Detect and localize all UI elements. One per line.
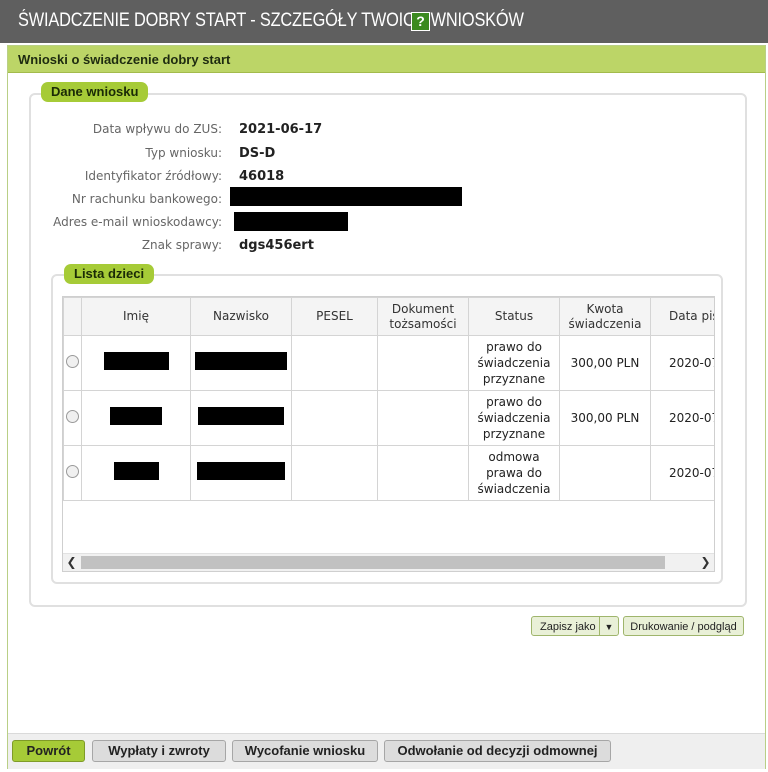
payments-refunds-button[interactable]: Wypłaty i zwroty bbox=[92, 740, 226, 762]
page-title: ŚWIADCZENIE DOBRY START - SZCZEGÓŁY TWOI… bbox=[18, 10, 524, 31]
column-header-id-document[interactable]: Dokument tożsamości bbox=[377, 297, 469, 336]
letter-date-cell: 2020-07-01 bbox=[650, 335, 714, 391]
table-row[interactable]: odmowa prawa do świadczenia 2020-07-01 bbox=[63, 445, 714, 501]
children-list-legend: Lista dzieci bbox=[64, 264, 155, 284]
back-button[interactable]: Powrót bbox=[12, 740, 85, 762]
withdraw-application-button[interactable]: Wycofanie wniosku bbox=[232, 740, 378, 762]
status-cell: prawo do świadczenia przyznane bbox=[468, 390, 560, 446]
last-name-redacted bbox=[198, 407, 284, 425]
table-header-row: Imię Nazwisko PESEL Dokument tożsamości … bbox=[63, 297, 714, 336]
chevron-down-icon[interactable]: ▼ bbox=[599, 617, 618, 635]
pesel-cell bbox=[291, 445, 378, 501]
application-type-value: DS-D bbox=[239, 146, 276, 161]
row-select-radio[interactable] bbox=[66, 409, 79, 423]
case-number-value: dgs456ert bbox=[239, 238, 314, 253]
source-id-label: Identyfikator źródłowy: bbox=[84, 169, 222, 183]
application-type-label: Typ wniosku: bbox=[145, 146, 222, 160]
last-name-redacted bbox=[195, 352, 287, 370]
bank-account-redacted bbox=[230, 187, 462, 206]
first-name-redacted bbox=[110, 407, 162, 425]
id-document-cell bbox=[377, 390, 469, 446]
id-document-cell bbox=[377, 335, 469, 391]
scrollbar-thumb[interactable] bbox=[81, 556, 665, 569]
row-select-radio[interactable] bbox=[66, 354, 79, 368]
column-header-pesel[interactable]: PESEL bbox=[291, 297, 378, 336]
help-icon[interactable]: ? bbox=[411, 12, 430, 31]
source-id-value: 46018 bbox=[239, 169, 285, 184]
table-row[interactable]: prawo do świadczenia przyznane 300,00 PL… bbox=[63, 390, 714, 446]
table-row[interactable]: prawo do świadczenia przyznane 300,00 PL… bbox=[63, 335, 714, 391]
bank-account-label: Nr rachunku bankowego: bbox=[71, 192, 222, 206]
column-header-select bbox=[63, 297, 82, 336]
column-header-last-name[interactable]: Nazwisko bbox=[190, 297, 292, 336]
main-panel: Wnioski o świadczenie dobry start Dane w… bbox=[7, 45, 766, 769]
row-select-radio[interactable] bbox=[66, 464, 79, 478]
amount-cell: 300,00 PLN bbox=[559, 390, 651, 446]
children-table: Imię Nazwisko PESEL Dokument tożsamości … bbox=[62, 296, 715, 572]
email-redacted bbox=[234, 212, 348, 231]
column-header-amount[interactable]: Kwota świadczenia bbox=[559, 297, 651, 336]
id-document-cell bbox=[377, 445, 469, 501]
section-header: Wnioski o świadczenie dobry start bbox=[8, 46, 765, 73]
amount-cell bbox=[559, 445, 651, 501]
column-header-status[interactable]: Status bbox=[468, 297, 560, 336]
horizontal-scrollbar[interactable]: ❮ ❯ bbox=[63, 553, 714, 571]
scroll-right-icon[interactable]: ❯ bbox=[697, 554, 714, 571]
save-as-label: Zapisz jako bbox=[540, 621, 596, 633]
last-name-redacted bbox=[197, 462, 285, 480]
column-header-letter-date[interactable]: Data pisma bbox=[650, 297, 714, 336]
save-as-button[interactable]: Zapisz jako ▼ bbox=[531, 616, 619, 636]
status-cell: odmowa prawa do świadczenia bbox=[468, 445, 560, 501]
letter-date-cell: 2020-07-01 bbox=[650, 445, 714, 501]
pesel-cell bbox=[291, 390, 378, 446]
first-name-redacted bbox=[103, 352, 169, 370]
status-cell: prawo do świadczenia przyznane bbox=[468, 335, 560, 391]
pesel-cell bbox=[291, 335, 378, 391]
letter-date-cell: 2020-07-01 bbox=[650, 390, 714, 446]
application-details-legend: Dane wniosku bbox=[41, 82, 149, 102]
received-date-value: 2021-06-17 bbox=[239, 122, 323, 137]
amount-cell: 300,00 PLN bbox=[559, 335, 651, 391]
title-bar: ŚWIADCZENIE DOBRY START - SZCZEGÓŁY TWOI… bbox=[0, 0, 768, 43]
section-title: Wnioski o świadczenie dobry start bbox=[18, 52, 231, 67]
column-header-first-name[interactable]: Imię bbox=[81, 297, 191, 336]
scroll-left-icon[interactable]: ❮ bbox=[63, 554, 80, 571]
case-number-label: Znak sprawy: bbox=[141, 238, 222, 252]
appeal-decision-button[interactable]: Odwołanie od decyzji odmownej bbox=[384, 740, 611, 762]
first-name-redacted bbox=[113, 462, 159, 480]
print-preview-button[interactable]: Drukowanie / podgląd bbox=[623, 616, 744, 636]
email-label: Adres e-mail wnioskodawcy: bbox=[53, 215, 222, 229]
bottom-navigation: Powrót Wypłaty i zwroty Wycofanie wniosk… bbox=[8, 733, 765, 769]
received-date-label: Data wpływu do ZUS: bbox=[92, 122, 222, 136]
